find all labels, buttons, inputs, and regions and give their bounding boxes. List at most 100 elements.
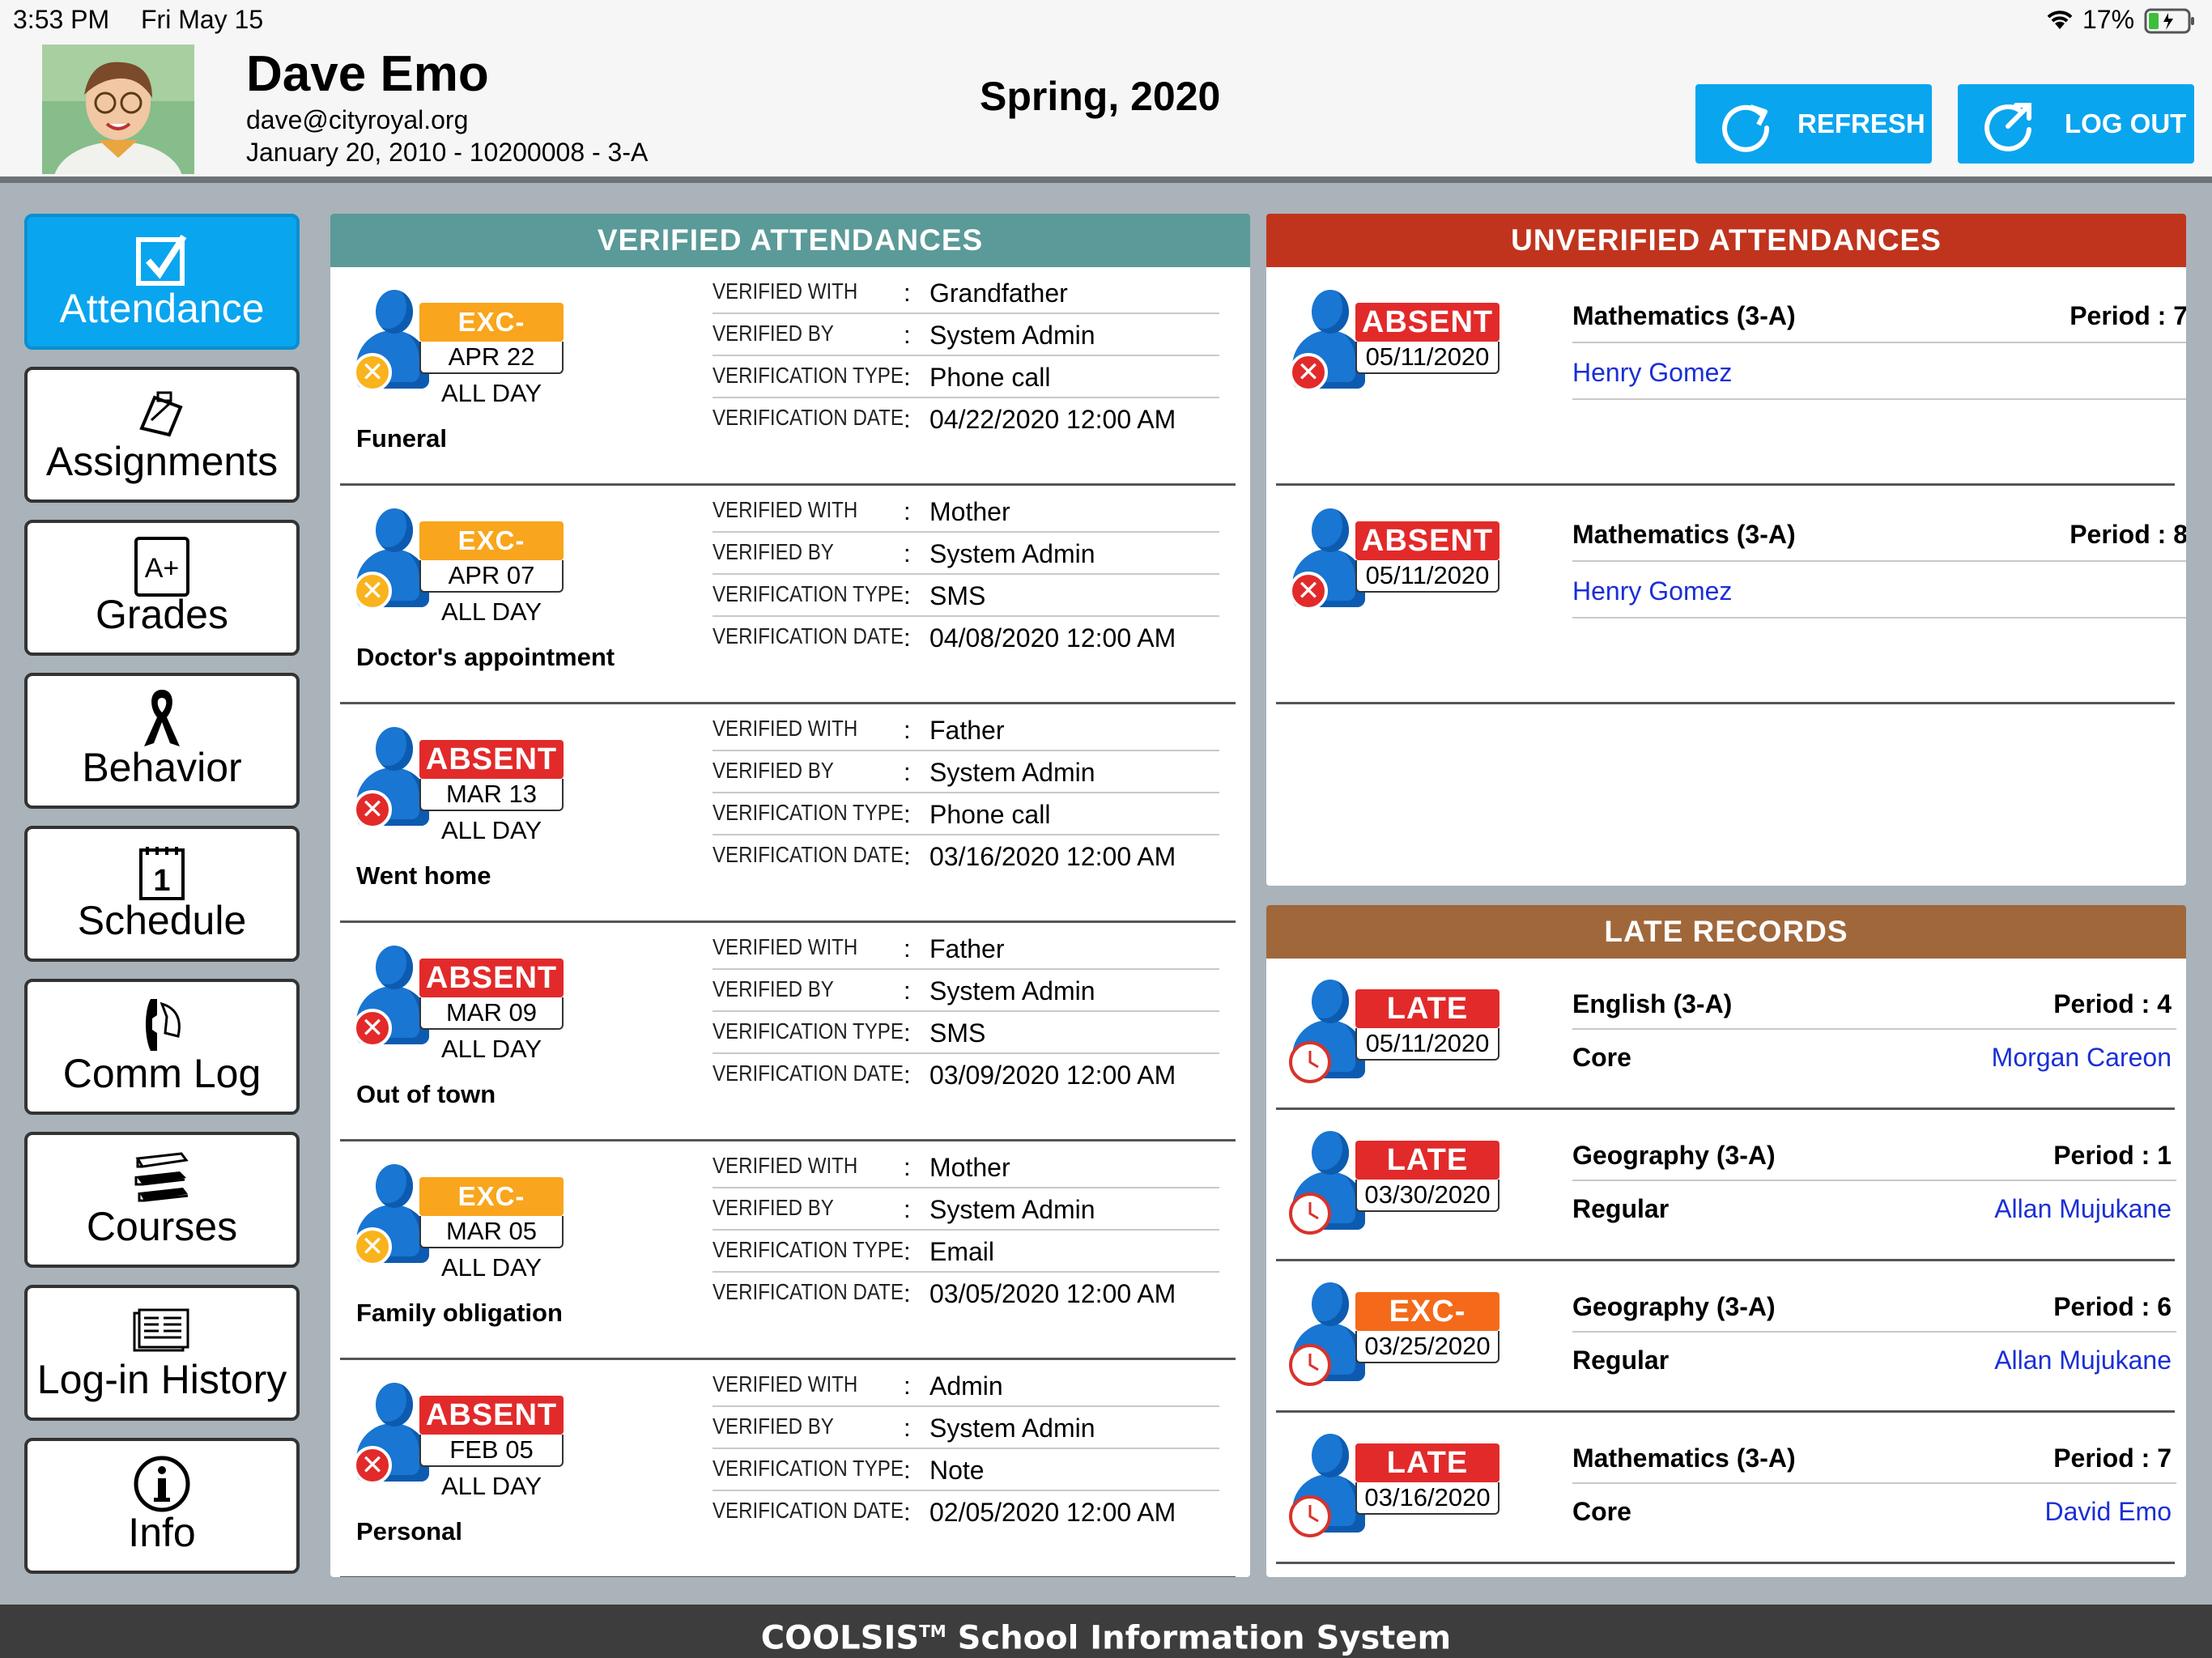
colon: : [904, 1414, 911, 1442]
excused-x-icon: ✕ [353, 353, 392, 392]
footer-brand: COOLSIS [760, 1619, 920, 1657]
colon: : [904, 278, 911, 307]
verified-by-label: VERIFIED BY [713, 539, 834, 564]
verified-by-label: VERIFIED BY [713, 976, 834, 1001]
row-divider [713, 1490, 1219, 1491]
period-number: Period : 7 [2053, 1443, 2172, 1473]
row-divider [713, 312, 1219, 314]
colon: : [904, 758, 911, 786]
absence-date: 05/11/2020 [1355, 342, 1499, 374]
row-divider [1572, 342, 2186, 343]
nav-label: Attendance [59, 286, 265, 331]
verification-type-label: VERIFICATION TYPE [713, 1018, 904, 1044]
verification-type-value: SMS [929, 1018, 986, 1048]
subject-name: Geography (3-A) [1572, 1141, 1776, 1170]
nav-login-history[interactable]: Log-in History [24, 1285, 300, 1421]
person-icon: ✕ [353, 727, 429, 832]
person-icon: ✕ [353, 1383, 429, 1488]
nav-behavior[interactable]: Behavior [24, 673, 300, 809]
verification-type-label: VERIFICATION TYPE [713, 581, 904, 606]
row-divider [713, 792, 1219, 793]
verification-date-value: 04/08/2020 12:00 AM [929, 623, 1176, 653]
verified-by-label: VERIFIED BY [713, 758, 834, 783]
row-divider [713, 531, 1219, 533]
row-divider [713, 1271, 1219, 1273]
verified-by-label: VERIFIED BY [713, 321, 834, 346]
teacher-name[interactable]: Morgan Careon [1924, 1043, 2172, 1073]
teacher-name[interactable]: Henry Gomez [1572, 576, 1732, 606]
absence-date: MAR 09 [419, 997, 564, 1030]
status-badge: ABSENT [1355, 303, 1499, 342]
person-icon: ✕ [353, 1164, 429, 1269]
late-row: LATE 03/16/2020 Mathematics (3-A) Period : … [1276, 1413, 2176, 1564]
person-icon: ✕ [353, 508, 429, 614]
teacher-name[interactable]: Allan Mujukane [1924, 1346, 2172, 1375]
course-category: Core [1572, 1043, 1631, 1072]
nav-info[interactable]: Info [24, 1438, 300, 1574]
absence-date: FEB 05 [419, 1435, 564, 1467]
course-category: Regular [1572, 1194, 1670, 1223]
person-icon: ✕ [353, 946, 429, 1051]
absence-duration: ALL DAY [440, 1472, 542, 1500]
teacher-name[interactable]: David Emo [1924, 1497, 2172, 1527]
colon: : [904, 1237, 911, 1265]
verified-with-label: VERIFIED WITH [713, 497, 858, 522]
late-panel-title: LATE RECORDS [1266, 905, 2186, 959]
row-divider [1572, 560, 2186, 562]
nav-comm-log[interactable]: Comm Log [24, 979, 300, 1115]
person-head [1312, 290, 1349, 334]
logout-label: LOG OUT [2065, 108, 2187, 138]
refresh-button[interactable]: REFRESH [1695, 84, 1932, 164]
nav-grades[interactable]: A+ Grades [24, 520, 300, 656]
colon: : [904, 1061, 911, 1089]
verified-with-value: Father [929, 716, 1005, 745]
absent-x-icon: ✕ [1289, 353, 1328, 392]
status-badge: ABSENT [419, 1396, 564, 1435]
verified-with-label: VERIFIED WITH [713, 716, 858, 741]
status-badge: ABSENT [419, 959, 564, 997]
verification-type-value: Phone call [929, 363, 1051, 392]
nav-schedule[interactable]: 1 Schedule [24, 826, 300, 962]
person-icon: ✕ [1289, 290, 1365, 395]
nav-attendance[interactable]: Attendance [24, 214, 300, 350]
nav-assignments[interactable]: Assignments [24, 367, 300, 503]
colon: : [904, 976, 911, 1005]
person-head [1312, 1282, 1349, 1326]
row-divider [1572, 1331, 2176, 1333]
verified-with-label: VERIFIED WITH [713, 278, 858, 304]
verification-date-label: VERIFICATION DATE [713, 1061, 904, 1086]
verification-type-label: VERIFICATION TYPE [713, 1456, 904, 1481]
verification-date-value: 02/05/2020 12:00 AM [929, 1498, 1176, 1527]
person-head [376, 1164, 413, 1208]
status-badge: EXC-LATE [1355, 1292, 1499, 1367]
verified-row: ✕ EXC-ABSENTAPR 22 ALL DAY Funeral VERIFIED … [340, 267, 1236, 486]
subject-name: English (3-A) [1572, 989, 1733, 1018]
colon: : [904, 934, 911, 963]
verified-row: ✕ ABSENT MAR 09 ALL DAY Out of town VERIFIED … [340, 923, 1236, 1141]
status-badge: LATE [1355, 1141, 1499, 1180]
verification-type-value: SMS [929, 581, 986, 610]
clock-icon [1289, 1344, 1331, 1386]
verified-with-value: Mother [929, 497, 1010, 526]
verification-date-label: VERIFICATION DATE [713, 623, 904, 648]
teacher-name[interactable]: Henry Gomez [1572, 358, 1732, 388]
colon: : [904, 363, 911, 391]
verified-by-value: System Admin [929, 976, 1095, 1005]
verification-date-label: VERIFICATION DATE [713, 1279, 904, 1304]
clock-icon [1289, 1495, 1331, 1537]
period-number: Period : 4 [2053, 989, 2172, 1018]
verified-by-value: System Admin [929, 1414, 1095, 1443]
verification-date-value: 03/16/2020 12:00 AM [929, 842, 1176, 871]
nav-label: Assignments [45, 439, 279, 484]
logout-button[interactable]: LOG OUT [1958, 84, 2194, 164]
colon: : [904, 1153, 911, 1181]
row-divider [1572, 617, 2186, 619]
row-divider [713, 1405, 1219, 1407]
teacher-name[interactable]: Allan Mujukane [1924, 1194, 2172, 1224]
verification-date-value: 03/09/2020 12:00 AM [929, 1061, 1176, 1090]
row-divider [1572, 398, 2186, 400]
verification-date-value: 03/05/2020 12:00 AM [929, 1279, 1176, 1308]
nav-courses[interactable]: Courses [24, 1132, 300, 1268]
absence-reason: Went home [356, 861, 491, 890]
absent-x-icon: ✕ [1289, 572, 1328, 610]
